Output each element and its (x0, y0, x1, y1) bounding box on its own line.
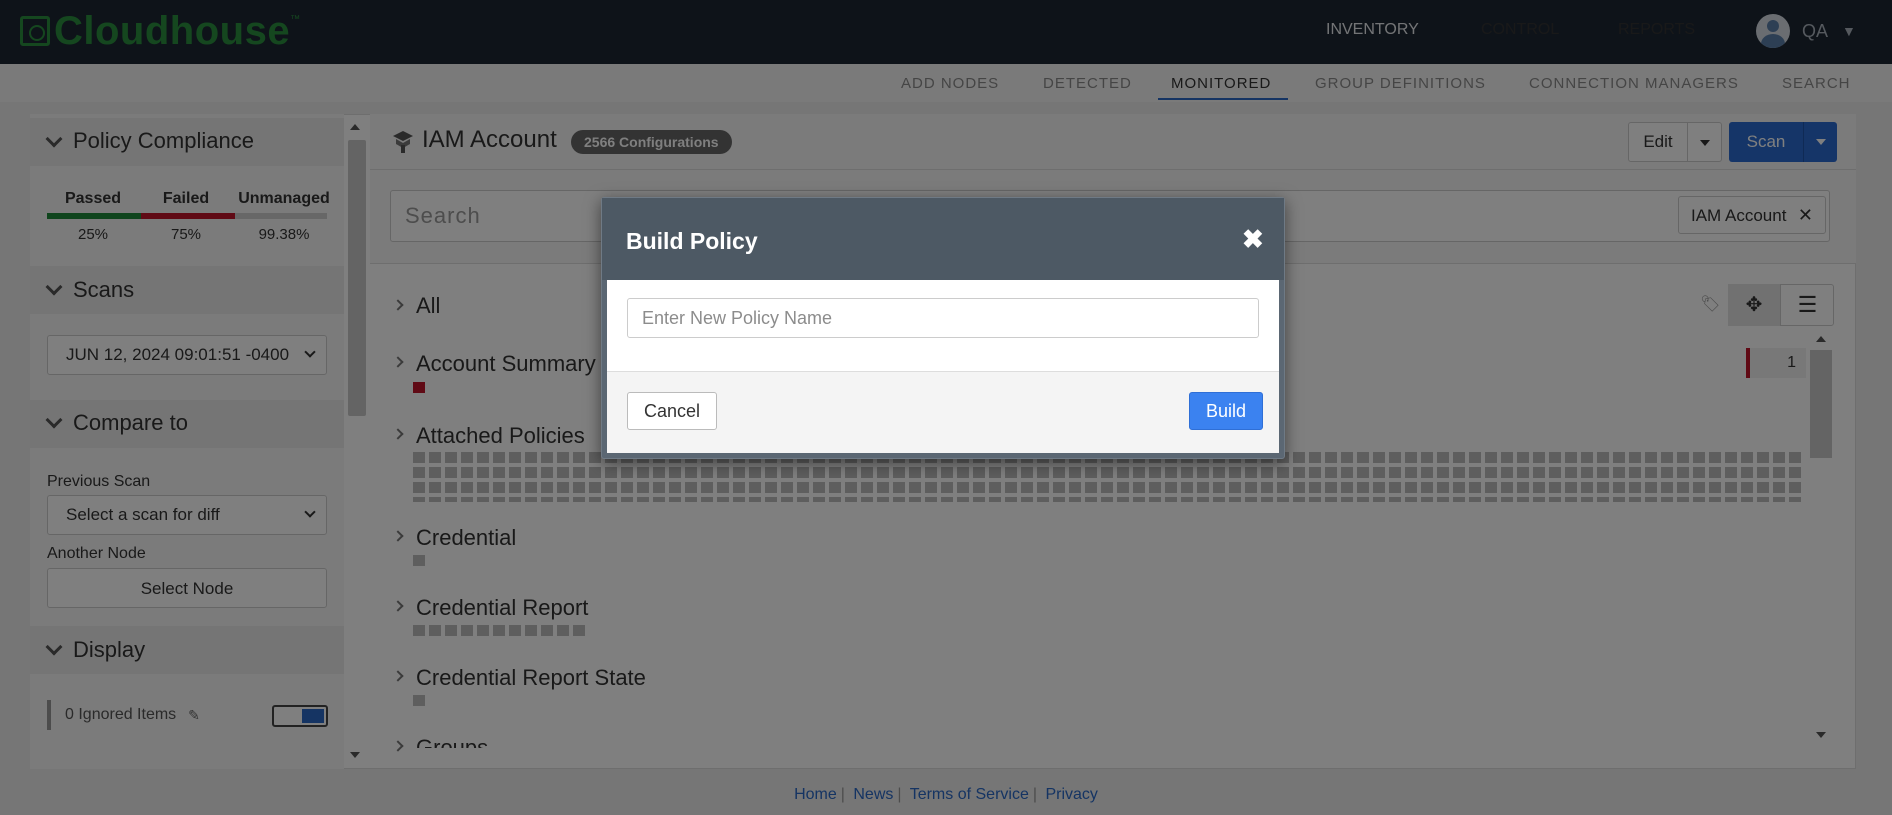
modal-title: Build Policy (626, 228, 758, 254)
close-icon[interactable]: ✖ (1242, 226, 1264, 252)
modal-body (607, 280, 1279, 372)
build-policy-modal: Build Policy ✖ Cancel Build (601, 197, 1285, 459)
modal-header: Build Policy ✖ (602, 198, 1284, 280)
modal-footer: Cancel Build (607, 372, 1279, 453)
build-button[interactable]: Build (1189, 392, 1263, 430)
policy-name-input[interactable] (627, 298, 1259, 338)
cancel-button[interactable]: Cancel (627, 392, 717, 430)
